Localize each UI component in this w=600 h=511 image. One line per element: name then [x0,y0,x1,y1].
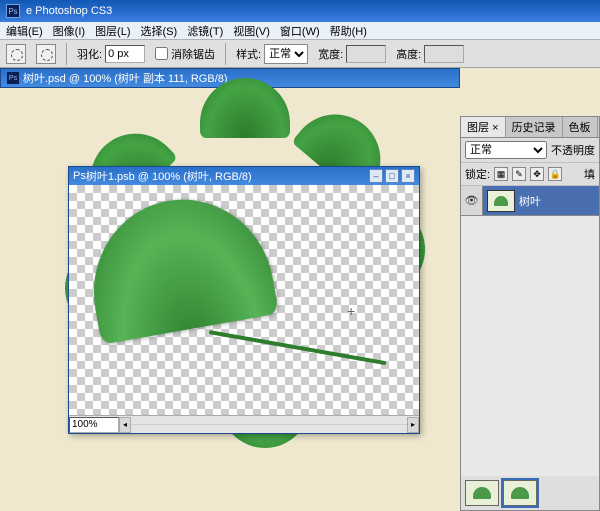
tab-history[interactable]: 历史记录 [506,117,563,137]
ps-doc-icon: Ps [7,72,19,84]
maximize-button[interactable]: □ [385,169,399,183]
menu-layer[interactable]: 图层(L) [95,23,130,39]
close-tab-icon[interactable]: × [492,122,498,134]
marquee-tool-icon[interactable] [6,44,26,64]
fill-label: 填 [584,166,595,182]
zoom-out-button[interactable]: ◂ [119,417,131,433]
layer-list[interactable]: 👁 树叶 [461,186,599,476]
layer-mini-thumb[interactable] [465,480,499,506]
visibility-eye-icon[interactable]: 👁 [461,186,483,215]
divider [225,43,226,65]
antialias-label: 消除锯齿 [171,46,215,62]
menubar: 编辑(E) 图像(I) 图层(L) 选择(S) 滤镜(T) 视图(V) 窗口(W… [0,22,600,40]
style-field: 样式: 正常 [236,44,308,64]
ps-doc-icon: Ps [73,170,86,182]
lock-row: 锁定: ▦ ✎ ✥ 🔒 填 [461,163,599,186]
zoom-in-button[interactable]: ▸ [407,417,419,433]
menu-window[interactable]: 窗口(W) [280,23,320,39]
app-titlebar: Ps e Photoshop CS3 [0,0,600,22]
layer-item[interactable]: 👁 树叶 [461,186,599,216]
layer-thumbnail[interactable] [487,190,515,212]
feather-input[interactable] [105,45,145,63]
antialias-checkbox[interactable] [155,47,168,60]
app-title: e Photoshop CS3 [26,5,112,17]
lock-all-icon[interactable]: 🔒 [548,167,562,181]
marquee-mode-icon[interactable] [36,44,56,64]
menu-image[interactable]: 图像(I) [53,23,85,39]
height-label: 高度: [396,46,421,62]
thumbnail-strip [461,476,599,510]
blend-mode-row: 正常 不透明度 [461,138,599,163]
leaf-artwork [89,200,289,340]
layers-panel: 图层 × 历史记录 色板 正常 不透明度 锁定: ▦ ✎ ✥ 🔒 填 👁 树叶 [460,116,600,511]
lock-position-icon[interactable]: ✥ [530,167,544,181]
ps-app-icon: Ps [6,4,20,18]
menu-filter[interactable]: 滤镜(T) [187,23,223,39]
options-bar: 羽化: 消除锯齿 样式: 正常 宽度: 高度: [0,40,600,68]
blend-mode-select[interactable]: 正常 [465,141,547,159]
divider [66,43,67,65]
lock-transparency-icon[interactable]: ▦ [494,167,508,181]
child-titlebar[interactable]: Ps 树叶1.psb @ 100% (树叶, RGB/8) – □ × [69,167,419,185]
menu-view[interactable]: 视图(V) [233,23,270,39]
layer-mini-thumb-selected[interactable] [503,480,537,506]
style-label: 样式: [236,46,261,62]
layer-name[interactable]: 树叶 [519,193,541,209]
child-document-window[interactable]: Ps 树叶1.psb @ 100% (树叶, RGB/8) – □ × + ◂ … [68,166,420,434]
lock-label: 锁定: [465,166,490,182]
feather-label: 羽化: [77,46,102,62]
zoom-input[interactable] [69,417,119,433]
width-label: 宽度: [318,46,343,62]
child-statusbar: ◂ ▸ [69,415,419,433]
tab-layers[interactable]: 图层 × [461,117,506,137]
tab-swatches[interactable]: 色板 [563,117,598,137]
menu-help[interactable]: 帮助(H) [330,23,367,39]
menu-select[interactable]: 选择(S) [141,23,178,39]
height-field: 高度: [396,45,464,63]
crosshair-cursor-icon: + [347,303,355,319]
menu-edit[interactable]: 编辑(E) [6,23,43,39]
close-button[interactable]: × [401,169,415,183]
antialias-field: 消除锯齿 [155,46,215,62]
height-input[interactable] [424,45,464,63]
panel-tabs: 图层 × 历史记录 色板 [461,117,599,138]
lock-pixels-icon[interactable]: ✎ [512,167,526,181]
minimize-button[interactable]: – [369,169,383,183]
feather-field: 羽化: [77,45,145,63]
style-select[interactable]: 正常 [264,44,308,64]
width-input[interactable] [346,45,386,63]
child-title-text: 树叶1.psb @ 100% (树叶, RGB/8) [86,168,252,184]
opacity-label: 不透明度 [551,142,595,158]
width-field: 宽度: [318,45,386,63]
child-canvas[interactable]: + [69,185,419,415]
